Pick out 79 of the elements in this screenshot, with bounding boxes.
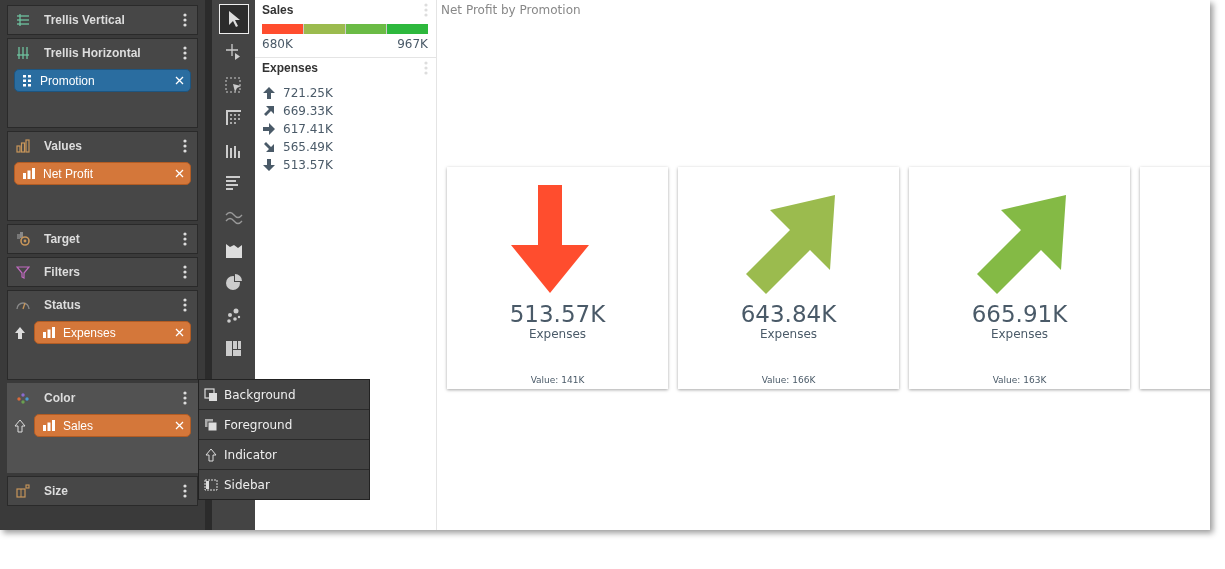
chip-label: Expenses [63, 325, 117, 340]
card-label: Expenses [528, 327, 587, 341]
card-value: 643.84K [740, 301, 837, 327]
target-icon [16, 232, 30, 246]
legend-title: Expenses [262, 61, 319, 75]
legend-value: 669.33K [283, 104, 333, 118]
menu-item-label: Indicator [224, 447, 278, 462]
dots-icon [16, 391, 30, 405]
more-options-icon[interactable] [183, 46, 187, 60]
card-value: 665.91K [971, 301, 1068, 327]
menu-item[interactable]: Sidebar [199, 470, 369, 499]
close-icon[interactable] [175, 328, 184, 337]
card-footer: Value: 166K [761, 375, 816, 385]
legend-value: 721.25K [283, 86, 333, 100]
treemap-icon [223, 339, 244, 359]
filter-icon [16, 265, 30, 279]
table-icon [223, 108, 244, 128]
menu-item-label: Sidebar [224, 477, 270, 492]
outline-up-arrow-icon [14, 418, 26, 433]
more-options-icon[interactable] [183, 298, 187, 312]
menu-item-label: Foreground [224, 417, 293, 432]
chart-title: Net Profit by Promotion [441, 3, 582, 17]
range-min-label: 680K [262, 37, 293, 51]
close-icon[interactable] [175, 169, 184, 178]
card-value: 513.57K [509, 301, 606, 327]
arrow-icon [262, 86, 276, 100]
arrow-icon [262, 140, 276, 154]
arrow-icon [262, 122, 276, 136]
foreground-icon [204, 417, 218, 432]
field-chip[interactable]: Promotion [14, 69, 191, 92]
more-options-icon[interactable] [183, 265, 187, 279]
more-options-icon[interactable] [183, 139, 187, 153]
section-title: Values [44, 139, 84, 153]
section-title: Color [44, 391, 77, 405]
background-icon [204, 387, 218, 402]
grid-dots-icon [23, 74, 32, 87]
selection-icon [223, 75, 244, 95]
legend-value: 617.41K [283, 122, 333, 136]
sidebar-icon [204, 477, 218, 492]
card-label: Expenses [990, 327, 1049, 341]
pie-chart-icon [223, 273, 244, 293]
chip-label: Sales [63, 418, 95, 433]
legend-value: 513.57K [283, 158, 333, 172]
section-title: Status [44, 298, 82, 312]
range-max-label: 967K [397, 37, 428, 51]
close-icon[interactable] [175, 76, 184, 85]
bar-chart-icon [43, 327, 55, 338]
more-options-icon[interactable] [183, 391, 187, 405]
legend-value: 565.49K [283, 140, 333, 154]
bar-chart-icon [43, 420, 55, 431]
up-arrow-icon [14, 325, 26, 340]
more-options-icon[interactable] [183, 484, 187, 498]
section-title: Trellis Horizontal [44, 46, 142, 60]
card-footer: Value: 163K [992, 375, 1047, 385]
arrow-icon [262, 158, 276, 172]
bar-chart-icon [23, 168, 35, 179]
more-options-icon[interactable] [183, 13, 187, 27]
columns-lines-icon [16, 46, 30, 60]
legend-title: Sales [262, 3, 294, 17]
menu-item[interactable]: Foreground [199, 410, 369, 439]
more-options-icon[interactable] [183, 232, 187, 246]
lines-icon [16, 13, 30, 27]
section-title: Size [44, 484, 69, 498]
arrow-icon [262, 104, 276, 118]
bar-chart-icon [16, 139, 30, 153]
section-title: Filters [44, 265, 81, 279]
menu-item[interactable]: Indicator [199, 440, 369, 469]
card-label: Expenses [759, 327, 818, 341]
card-footer: Value: 141K [530, 375, 585, 385]
menu-item[interactable]: Background [199, 380, 369, 409]
size-icon [16, 484, 30, 498]
chip-label: Net Profit [43, 166, 94, 181]
chip-label: Promotion [40, 73, 96, 88]
close-icon[interactable] [175, 421, 184, 430]
menu-item-label: Background [224, 387, 296, 402]
outline-up-arrow-icon [204, 447, 218, 462]
section-title: Trellis Vertical [44, 13, 126, 27]
section-title: Target [44, 232, 81, 246]
tool-button[interactable] [218, 4, 249, 34]
